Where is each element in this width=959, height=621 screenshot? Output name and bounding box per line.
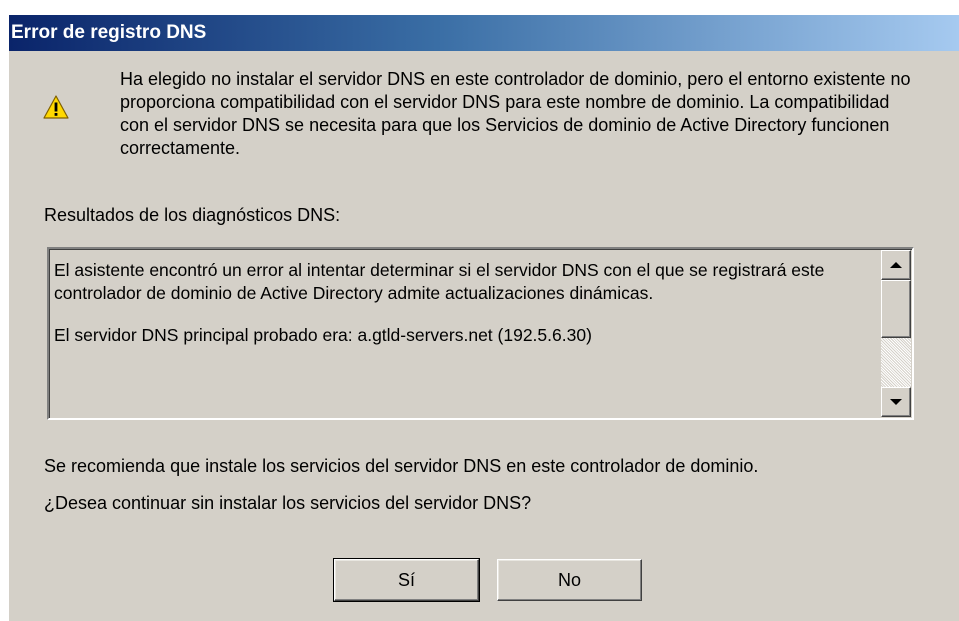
- arrow-up-icon: [890, 262, 902, 268]
- continue-question: ¿Desea continuar sin instalar los servic…: [44, 493, 532, 513]
- diagnostics-text: El asistente encontró un error al intent…: [54, 259, 874, 366]
- diagnostics-paragraph-error: El asistente encontró un error al intent…: [54, 260, 825, 303]
- scroll-down-button[interactable]: [881, 387, 911, 417]
- dialog-title: Error de registro DNS: [11, 22, 207, 43]
- diagnostics-label: Resultados de los diagnósticos DNS:: [44, 205, 341, 225]
- scroll-up-button[interactable]: [881, 250, 911, 280]
- arrow-down-icon: [890, 399, 902, 405]
- recommendation-text: Se recomienda que instale los servicios …: [44, 456, 759, 476]
- dns-registration-error-dialog: Error de registro DNS Ha elegido no inst…: [8, 14, 959, 621]
- yes-button[interactable]: Sí: [333, 558, 480, 602]
- error-message: Ha elegido no instalar el servidor DNS e…: [120, 69, 911, 158]
- title-bar[interactable]: Error de registro DNS: [9, 15, 959, 51]
- vertical-scrollbar[interactable]: [881, 250, 911, 417]
- diagnostics-results-box[interactable]: El asistente encontró un error al intent…: [47, 247, 914, 420]
- diagnostics-paragraph-server: El servidor DNS principal probado era: a…: [54, 325, 592, 345]
- warning-icon: [43, 95, 69, 119]
- no-button[interactable]: No: [497, 559, 642, 601]
- scroll-thumb[interactable]: [881, 280, 911, 338]
